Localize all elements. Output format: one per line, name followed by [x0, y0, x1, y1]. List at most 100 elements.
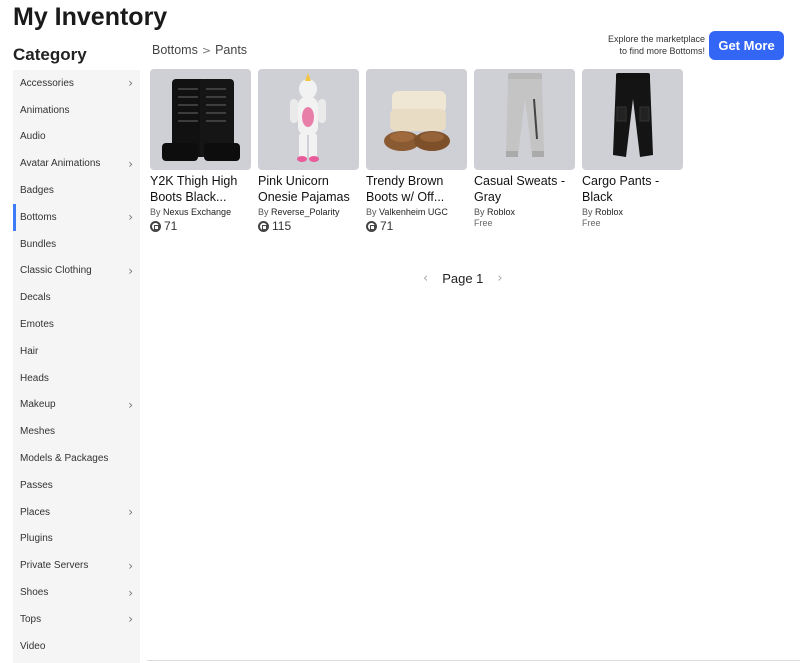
item-card[interactable]: Trendy Brown Boots w/ Off... By Valkenhe…: [366, 69, 467, 233]
item-name[interactable]: Y2K Thigh High Boots Black...: [150, 173, 251, 205]
chevron-right-icon: ›: [128, 156, 133, 171]
sidebar-item-places[interactable]: Places ›: [13, 499, 140, 526]
item-grid: Y2K Thigh High Boots Black... By Nexus E…: [150, 69, 683, 233]
brown-boots-thumbnail[interactable]: [366, 69, 467, 170]
item-name[interactable]: Pink Unicorn Onesie Pajamas: [258, 173, 359, 205]
page-title: My Inventory: [13, 3, 168, 31]
breadcrumb-separator-icon: >: [201, 43, 212, 57]
sidebar-item-label: Accessories: [20, 77, 74, 89]
sidebar-item-shoes[interactable]: Shoes ›: [13, 579, 140, 606]
sidebar-item-label: Bottoms: [20, 211, 57, 223]
chevron-right-icon: ›: [128, 505, 133, 520]
chevron-right-icon[interactable]: ›: [497, 271, 502, 286]
sidebar-item-label: Heads: [20, 372, 49, 384]
sidebar-item-label: Video: [20, 640, 46, 652]
sidebar-item-emotes[interactable]: Emotes: [13, 311, 140, 338]
item-name[interactable]: Cargo Pants - Black: [582, 173, 683, 205]
gray-sweats-thumbnail[interactable]: [474, 69, 575, 170]
breadcrumb: Bottoms > Pants: [152, 43, 247, 57]
sidebar-item-passes[interactable]: Passes: [13, 472, 140, 499]
price-value: 115: [272, 219, 292, 233]
item-price: 115: [258, 219, 359, 233]
by-prefix: By: [366, 207, 377, 217]
promo-line-1: Explore the marketplace: [607, 34, 705, 44]
item-price: Free: [474, 218, 493, 228]
creator-link[interactable]: Valkenheim UGC: [379, 207, 448, 217]
chevron-right-icon: ›: [128, 210, 133, 225]
sidebar-item-label: Meshes: [20, 426, 56, 438]
item-price: Free: [582, 218, 601, 228]
by-prefix: By: [150, 207, 161, 217]
sidebar-item-label: Hair: [20, 345, 39, 357]
sidebar-item-label: Classic Clothing: [20, 265, 92, 277]
item-name[interactable]: Trendy Brown Boots w/ Off...: [366, 173, 467, 205]
sidebar-item-bottoms[interactable]: Bottoms ›: [13, 203, 140, 231]
creator-link[interactable]: Nexus Exchange: [163, 207, 231, 217]
sidebar-item-label: Avatar Animations: [20, 158, 101, 170]
pagination: ‹ Page 1 ›: [423, 271, 503, 286]
chevron-right-icon: ›: [128, 76, 133, 91]
item-creator: By Valkenheim UGC: [366, 207, 467, 217]
by-prefix: By: [474, 207, 485, 217]
sidebar-item-label: Makeup: [20, 399, 56, 411]
marketplace-promo: Explore the marketplace to find more Bot…: [608, 33, 705, 57]
sidebar-item-label: Passes: [20, 479, 53, 491]
sidebar-item-decals[interactable]: Decals: [13, 284, 140, 311]
creator-link[interactable]: Reverse_Polarity: [271, 207, 340, 217]
chevron-right-icon: ›: [128, 585, 133, 600]
creator-link[interactable]: Roblox: [595, 207, 623, 217]
category-sidebar: Accessories › Animations Audio Avatar Animat…: [13, 70, 140, 663]
sidebar-item-classic-clothing[interactable]: Classic Clothing ›: [13, 258, 140, 285]
sidebar-item-accessories[interactable]: Accessories ›: [13, 70, 140, 97]
sidebar-item-hair[interactable]: Hair: [13, 338, 140, 365]
price-value: 71: [164, 219, 178, 233]
sidebar-item-label: Animations: [20, 104, 70, 116]
sidebar-item-label: Emotes: [20, 319, 54, 331]
chevron-right-icon: ›: [128, 397, 133, 412]
chevron-right-icon: ›: [128, 612, 133, 627]
boots-black-thumbnail[interactable]: [150, 69, 251, 170]
unicorn-onesie-thumbnail[interactable]: [258, 69, 359, 170]
sidebar-item-label: Badges: [20, 185, 54, 197]
sidebar-item-badges[interactable]: Badges: [13, 177, 140, 204]
item-name[interactable]: Casual Sweats - Gray: [474, 173, 575, 205]
sidebar-item-audio[interactable]: Audio: [13, 124, 140, 151]
chevron-left-icon[interactable]: ‹: [423, 271, 428, 286]
chevron-right-icon: ›: [128, 558, 133, 573]
black-cargo-thumbnail[interactable]: [582, 69, 683, 170]
sidebar-item-label: Plugins: [20, 533, 53, 545]
sidebar-item-meshes[interactable]: Meshes: [13, 418, 140, 445]
sidebar-item-makeup[interactable]: Makeup ›: [13, 392, 140, 419]
sidebar-item-tops[interactable]: Tops ›: [13, 606, 140, 633]
promo-line-2: to find more Bottoms!: [619, 46, 705, 56]
creator-link[interactable]: Roblox: [487, 207, 515, 217]
item-card[interactable]: Casual Sweats - Gray By Roblox Free: [474, 69, 575, 233]
item-price: 71: [366, 219, 467, 233]
get-more-button[interactable]: Get More: [709, 31, 784, 60]
sidebar-item-avatar-animations[interactable]: Avatar Animations ›: [13, 150, 140, 177]
item-card[interactable]: Y2K Thigh High Boots Black... By Nexus E…: [150, 69, 251, 233]
sidebar-item-label: Bundles: [20, 238, 57, 250]
robux-icon: [150, 220, 161, 232]
sidebar-item-label: Decals: [20, 292, 51, 304]
sidebar-item-video[interactable]: Video: [13, 633, 140, 660]
item-card[interactable]: Cargo Pants - Black By Roblox Free: [582, 69, 683, 233]
divider: [147, 660, 800, 661]
sidebar-item-models-packages[interactable]: Models & Packages: [13, 445, 140, 472]
category-heading: Category: [13, 45, 87, 64]
sidebar-item-label: Models & Packages: [20, 453, 109, 465]
sidebar-item-animations[interactable]: Animations: [13, 97, 140, 124]
by-prefix: By: [258, 207, 269, 217]
robux-icon: [258, 220, 269, 232]
chevron-right-icon: ›: [128, 263, 133, 278]
robux-icon: [366, 220, 377, 232]
breadcrumb-current: Pants: [215, 43, 248, 57]
sidebar-item-heads[interactable]: Heads: [13, 365, 140, 392]
sidebar-item-bundles[interactable]: Bundles: [13, 231, 140, 258]
sidebar-item-plugins[interactable]: Plugins: [13, 526, 140, 553]
item-card[interactable]: Pink Unicorn Onesie Pajamas By Reverse_P…: [258, 69, 359, 233]
price-value: 71: [380, 219, 394, 233]
breadcrumb-parent[interactable]: Bottoms: [152, 43, 198, 57]
sidebar-item-private-servers[interactable]: Private Servers ›: [13, 552, 140, 579]
sidebar-item-label: Tops: [20, 613, 42, 625]
